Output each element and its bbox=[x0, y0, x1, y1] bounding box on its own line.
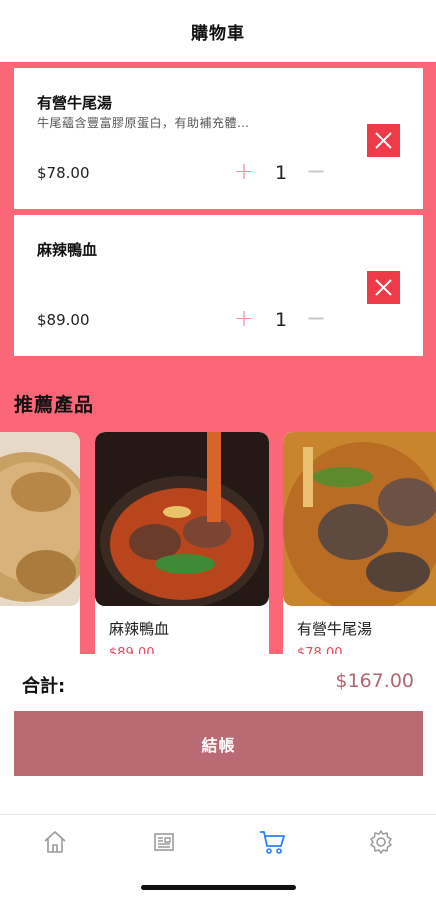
header: 購物車 bbox=[0, 0, 436, 62]
close-icon bbox=[375, 279, 392, 296]
item-quantity: 1 bbox=[274, 162, 288, 184]
product-price: $89.00 bbox=[109, 646, 155, 654]
product-card[interactable]: 有營牛尾湯 $78.00 bbox=[283, 432, 436, 654]
settings-icon bbox=[370, 830, 392, 854]
increase-quantity-button[interactable]: + bbox=[232, 159, 256, 184]
delete-item-button[interactable] bbox=[367, 271, 400, 304]
product-name: 麻辣鴨血 bbox=[109, 620, 170, 638]
increase-quantity-button[interactable]: + bbox=[232, 306, 256, 331]
tab-settings[interactable] bbox=[366, 827, 396, 857]
close-icon bbox=[375, 132, 392, 149]
tab-cart[interactable] bbox=[257, 827, 287, 857]
product-card[interactable]: 麻辣鴨血 $89.00 bbox=[95, 432, 269, 654]
item-quantity: 1 bbox=[274, 309, 288, 331]
delete-item-button[interactable] bbox=[367, 124, 400, 157]
item-name: 有營牛尾湯 bbox=[37, 94, 113, 112]
cart-item: 有營牛尾湯 牛尾蘊含豐富膠原蛋白，有助補充體… $78.00 + 1 − bbox=[14, 68, 423, 209]
total-bar: 合計: $167.00 結帳 bbox=[0, 654, 436, 814]
item-price: $89.00 bbox=[37, 311, 90, 329]
tab-news[interactable] bbox=[149, 827, 179, 857]
total-label: 合計: bbox=[22, 676, 66, 697]
product-image bbox=[0, 432, 80, 606]
tab-home[interactable] bbox=[40, 827, 70, 857]
cart-item: 麻辣鴨血 $89.00 + 1 − bbox=[14, 215, 423, 356]
decrease-quantity-button[interactable]: − bbox=[304, 306, 328, 331]
decrease-quantity-button[interactable]: − bbox=[304, 159, 328, 184]
item-price: $78.00 bbox=[37, 164, 90, 182]
product-image bbox=[95, 432, 269, 606]
cart-icon bbox=[260, 831, 285, 854]
product-image bbox=[283, 432, 436, 606]
product-name: 有營牛尾湯 bbox=[297, 620, 373, 638]
cart-content[interactable]: 有營牛尾湯 牛尾蘊含豐富膠原蛋白，有助補充體… $78.00 + 1 − 麻辣鴨… bbox=[0, 62, 436, 654]
checkout-button[interactable]: 結帳 bbox=[14, 711, 423, 776]
product-price: $78.00 bbox=[297, 646, 343, 654]
home-icon bbox=[44, 831, 66, 853]
total-amount: $167.00 bbox=[335, 670, 414, 692]
page-title: 購物車 bbox=[191, 23, 245, 44]
news-icon bbox=[154, 833, 174, 851]
product-card[interactable] bbox=[0, 432, 80, 654]
home-indicator bbox=[141, 885, 296, 890]
item-name: 麻辣鴨血 bbox=[37, 241, 98, 259]
item-description: 牛尾蘊含豐富膠原蛋白，有助補充體… bbox=[37, 116, 250, 130]
recommended-title: 推薦產品 bbox=[14, 394, 95, 416]
